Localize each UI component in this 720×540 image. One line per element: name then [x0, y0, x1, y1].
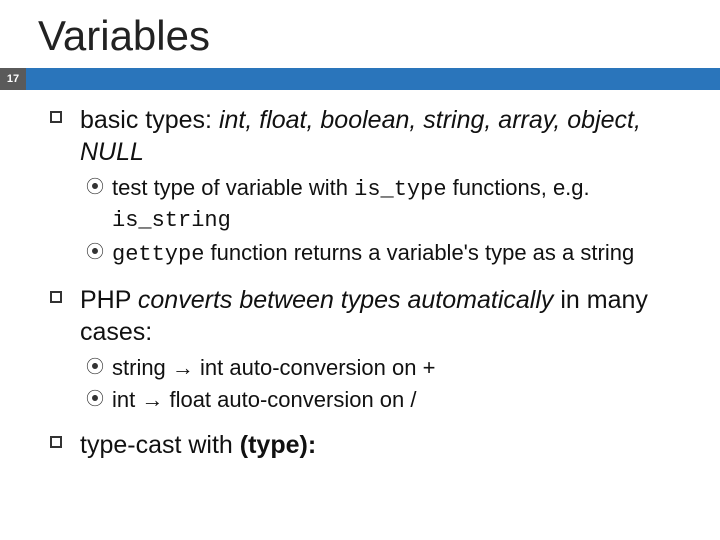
slide: Variables 17 basic types: int, float, bo…	[0, 0, 720, 540]
code-text: is_string	[112, 208, 231, 233]
code-text: gettype	[112, 242, 204, 267]
target-bullet-icon: ⦿	[86, 178, 104, 196]
bullet-emph: converts between types automatically	[138, 286, 554, 314]
slide-content: basic types: int, float, boolean, string…	[0, 90, 720, 461]
sub-bullet-item: ⦿ test type of variable with is_type fun…	[86, 174, 692, 235]
bullet-item: PHP converts between types automatically…	[50, 284, 692, 415]
bullet-item: type-cast with (type):	[50, 429, 692, 461]
sub-text: string → int auto-conversion on +	[112, 355, 435, 380]
sub-text: test type of variable with	[112, 175, 354, 200]
sub-text: function returns a variable's type as a …	[204, 240, 634, 265]
page-number-box: 17	[0, 68, 26, 90]
sub-text: int → float auto-conversion on /	[112, 387, 417, 412]
sub-bullet-group: ⦿ test type of variable with is_type fun…	[86, 174, 692, 270]
target-bullet-icon: ⦿	[86, 243, 104, 261]
bullet-item: basic types: int, float, boolean, string…	[50, 104, 692, 270]
bullet-text: basic types:	[80, 106, 219, 134]
sub-bullet-item: ⦿ int → float auto-conversion on /	[86, 386, 692, 415]
bullet-text: PHP	[80, 286, 138, 314]
square-bullet-icon	[50, 436, 62, 448]
bullet-strong: (type):	[240, 431, 316, 459]
square-bullet-icon	[50, 111, 62, 123]
slide-title: Variables	[0, 0, 720, 68]
sub-bullet-item: ⦿ gettype function returns a variable's …	[86, 239, 692, 270]
bullet-text: type-cast with	[80, 431, 240, 459]
sub-bullet-item: ⦿ string → int auto-conversion on +	[86, 354, 692, 383]
accent-bar: 17	[0, 68, 720, 90]
code-text: is_type	[354, 177, 446, 202]
sub-bullet-group: ⦿ string → int auto-conversion on + ⦿ in…	[86, 354, 692, 415]
square-bullet-icon	[50, 291, 62, 303]
target-bullet-icon: ⦿	[86, 390, 104, 408]
page-number: 17	[7, 73, 19, 85]
sub-text: functions, e.g.	[447, 175, 590, 200]
target-bullet-icon: ⦿	[86, 358, 104, 376]
